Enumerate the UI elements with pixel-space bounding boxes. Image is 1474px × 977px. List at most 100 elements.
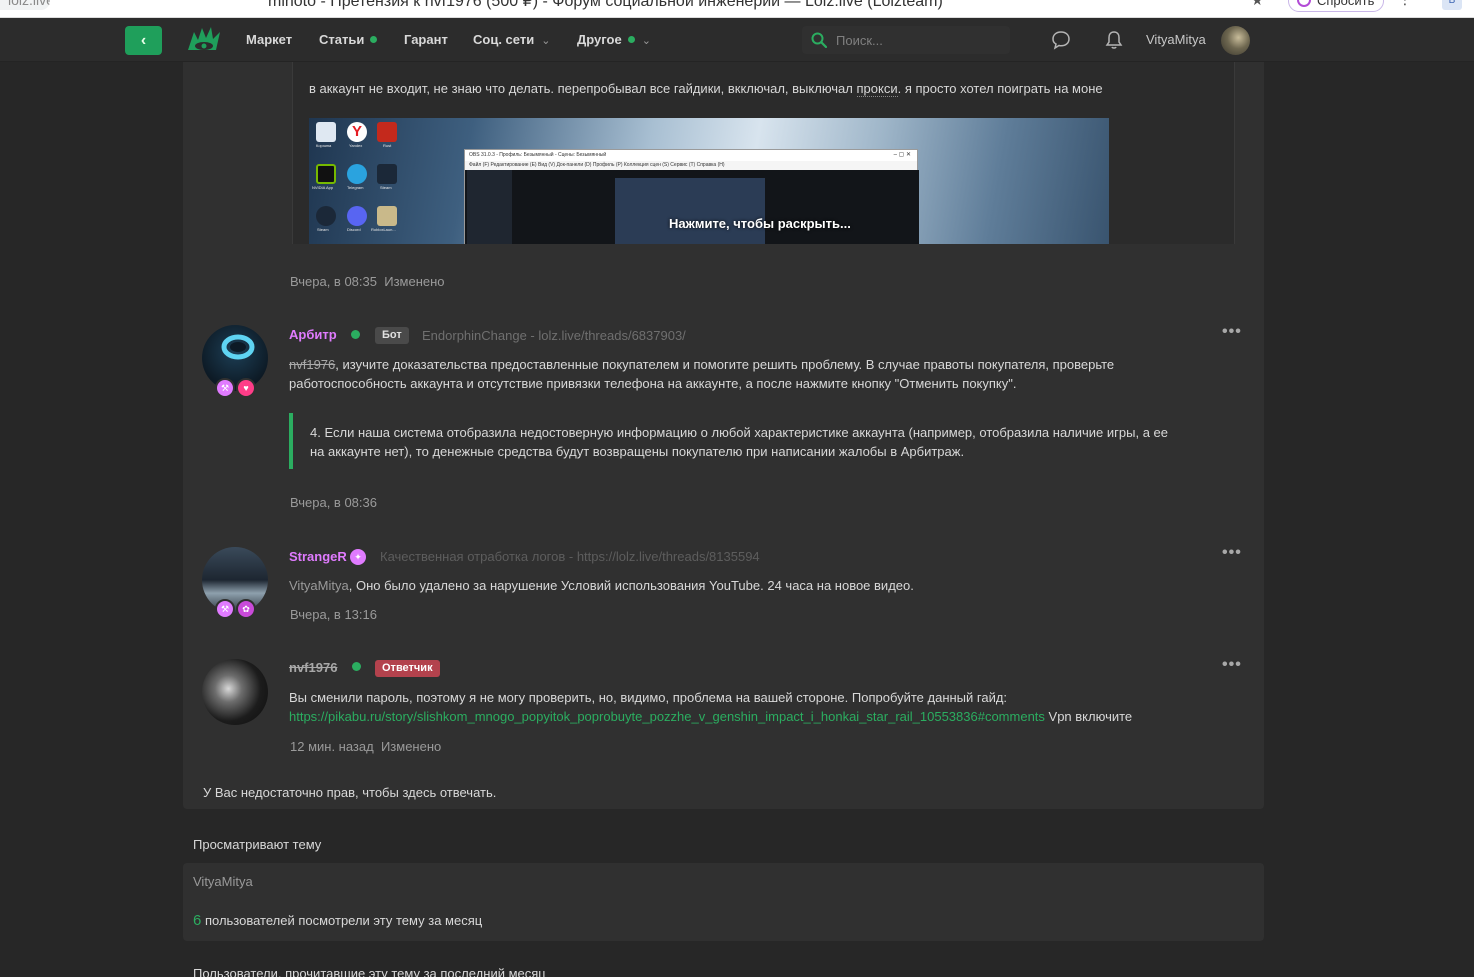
rust-icon [377, 122, 397, 142]
ask-button-label: Спросить [1317, 0, 1375, 8]
steam-icon [316, 206, 336, 226]
nav-guarantor-label: Гарант [404, 32, 448, 47]
desktop-label: RobloxLaun... [371, 227, 396, 232]
viewers-title: Просматривают тему [193, 837, 322, 852]
avatar-nvf1976[interactable] [202, 659, 268, 725]
browser-chrome: lolz.live minoto - Претензия к nvf1976 (… [0, 0, 1474, 18]
first-post-text: в аккаунт не входит, не знаю что делать.… [309, 81, 1103, 97]
obs-menu-bar: Файл (F) Редактирование (E) Вид (V) Док-… [465, 161, 917, 170]
nav-username[interactable]: VityaMitya [1146, 32, 1206, 47]
post-body-line: работоспособность аккаунта и отсутствие … [289, 376, 1017, 391]
discord-icon [347, 206, 367, 226]
post-username[interactable]: Арбитр [289, 327, 337, 342]
arbitr-ring-icon [221, 334, 255, 360]
desktop-label: Yandex [349, 143, 363, 148]
readers-title: Пользователи, прочитавшие эту тему за по… [193, 966, 546, 977]
post-username[interactable]: StrangeR [289, 549, 347, 564]
post-username[interactable]: nvf1976 [289, 660, 337, 675]
obs-preview-scene [615, 178, 765, 244]
post-timestamp[interactable]: 12 мин. назад [290, 739, 374, 754]
bookmark-star-icon[interactable]: ★ [1251, 0, 1264, 9]
avatar-stranger[interactable] [202, 547, 268, 613]
username-nvf1976[interactable]: nvf1976 [289, 660, 337, 675]
obs-sidebar [467, 170, 512, 244]
obs-preview [465, 170, 919, 244]
nvidia-icon [316, 164, 336, 184]
mention-strikethrough[interactable]: nvf1976 [289, 357, 335, 372]
monthly-views: 6 пользователей посмотрели эту тему за м… [193, 912, 482, 929]
post-body-text: , изучите доказательства предоставленные… [335, 357, 1115, 372]
user-title[interactable]: Качественная отработка логов - https://l… [380, 549, 780, 564]
user-star-badge-icon[interactable]: ✦ [350, 549, 366, 565]
page-tab-title: minoto - Претензия к nvf1976 (500 ₽) - Ф… [268, 0, 943, 10]
ask-icon [1297, 0, 1311, 7]
obs-title-bar: OBS 31.0.3 - Профиль: Безымянный - Сцены… [465, 150, 917, 161]
chevron-down-icon: ⌄ [641, 35, 651, 47]
post-menu-icon[interactable]: ••• [1222, 544, 1242, 562]
desktop-label: Steam [317, 227, 329, 232]
viewer-username[interactable]: VityaMitya [193, 874, 253, 889]
yandex-icon: Y [347, 122, 367, 142]
desktop-label: Discord [347, 227, 361, 232]
nav-social-label: Соц. сети [473, 32, 535, 47]
post-meta: Вчера, в 08:36 [290, 495, 377, 510]
nav-articles-label: Статьи [319, 32, 365, 47]
post-timestamp[interactable]: Вчера, в 08:36 [290, 495, 377, 510]
browser-menu-icon[interactable]: ⋮ [1398, 0, 1412, 8]
post-meta: 12 мин. назад Изменено [290, 739, 441, 754]
new-indicator-dot [370, 36, 378, 43]
pikabu-link[interactable]: https://pikabu.ru/story/slishkom_mnogo_p… [289, 709, 1045, 724]
user-title[interactable]: EndorphinChange - lolz.live/threads/6837… [422, 328, 722, 343]
nav-market[interactable]: Маркет [246, 32, 292, 47]
heart-badge-icon[interactable]: ♥ [236, 378, 256, 398]
nav-articles[interactable]: Статьи [319, 32, 378, 47]
quote-bar [289, 413, 293, 469]
address-bar[interactable]: lolz.live [0, 0, 50, 10]
desktop-label: NVIDIA App [312, 185, 334, 190]
nav-other-label: Другое [577, 32, 622, 47]
nav-guarantor[interactable]: Гарант [404, 32, 448, 47]
post-timestamp[interactable]: Вчера, в 13:16 [290, 607, 377, 622]
mention-link[interactable]: VityaMitya [289, 578, 349, 593]
recycle-bin-icon [316, 122, 336, 142]
username-arbitr[interactable]: Арбитр [289, 327, 337, 342]
search-icon [811, 32, 827, 48]
ask-button[interactable]: Спросить [1288, 0, 1384, 12]
flower-badge-icon[interactable]: ✿ [236, 599, 256, 619]
bot-tag: Бот [375, 327, 409, 344]
hammer-badge-icon[interactable]: ⚒ [215, 599, 235, 619]
search-box[interactable] [802, 26, 1010, 54]
user-avatar[interactable] [1221, 26, 1250, 55]
post-menu-icon[interactable]: ••• [1222, 656, 1242, 674]
lolz-logo-icon[interactable] [186, 24, 222, 56]
proxy-link[interactable]: прокси [856, 81, 898, 97]
edited-label[interactable]: Изменено [381, 739, 441, 754]
app-icon [377, 206, 397, 226]
monthly-views-text: пользователей посмотрели эту тему за мес… [201, 913, 483, 928]
post-body-text: , Оно было удалено за нарушение Условий … [348, 578, 914, 593]
hammer-badge-icon[interactable]: ⚒ [215, 378, 235, 398]
online-status-dot [351, 330, 360, 339]
chat-icon[interactable] [1051, 30, 1071, 50]
quote-text-line: 4. Если наша система отобразила недостов… [310, 425, 1169, 440]
post-meta: Вчера, в 08:35 Изменено [290, 274, 445, 289]
quote-text-line: на аккаунте нет), то денежные средства б… [310, 444, 965, 459]
avatar-arbitr[interactable] [202, 325, 268, 391]
username-stranger[interactable]: StrangeR [289, 549, 347, 564]
back-button[interactable]: ‹ [125, 26, 162, 55]
post-meta: Вчера, в 13:16 [290, 607, 377, 622]
post-menu-icon[interactable]: ••• [1222, 323, 1242, 341]
nav-social[interactable]: Соц. сети ⌄ [473, 32, 550, 47]
bell-icon[interactable] [1104, 30, 1124, 50]
nav-other[interactable]: Другое ⌄ [577, 32, 651, 47]
search-input[interactable] [836, 31, 996, 49]
extension-icon[interactable]: B [1442, 0, 1462, 10]
chevron-down-icon: ⌄ [541, 35, 551, 47]
desktop-label: Корзина [316, 143, 332, 148]
edited-label[interactable]: Изменено [384, 274, 444, 289]
attached-screenshot[interactable]: Корзина Y Yandex Rust NVIDIA App Telegra… [309, 118, 1109, 244]
post-body-line: VityaMitya, Оно было удалено за нарушени… [289, 578, 914, 593]
reveal-spoiler-button[interactable]: Нажмите, чтобы раскрыть... [669, 216, 851, 231]
new-indicator-dot [627, 36, 635, 43]
post-timestamp[interactable]: Вчера, в 08:35 [290, 274, 377, 289]
